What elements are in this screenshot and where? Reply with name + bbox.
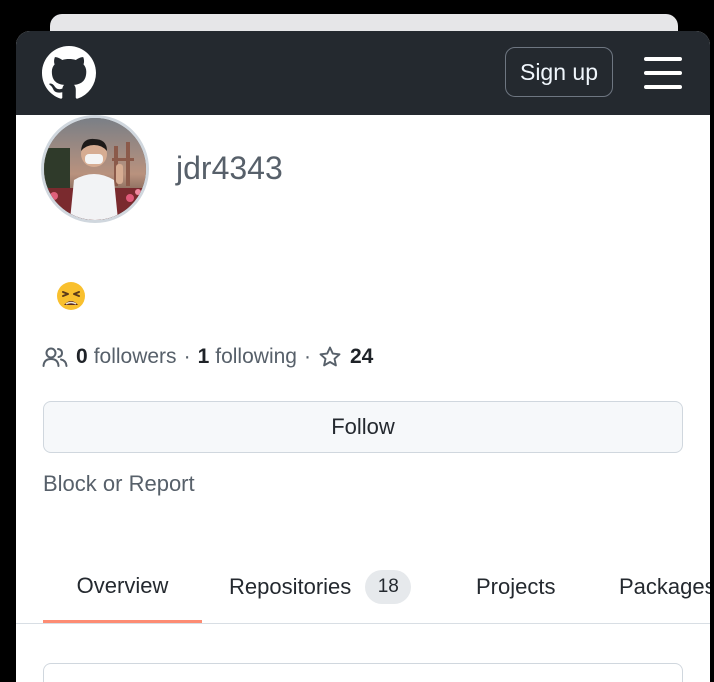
follow-button[interactable]: Follow: [43, 401, 683, 453]
profile-page: Sign up jdr4343 0 followers · 1 followin…: [16, 31, 710, 682]
avatar[interactable]: [41, 115, 149, 223]
hamburger-menu-icon[interactable]: [644, 57, 682, 89]
tab-overview[interactable]: Overview: [43, 551, 202, 623]
following-link[interactable]: following: [215, 345, 297, 369]
content-box: [43, 663, 683, 682]
tab-label: Repositories: [229, 574, 352, 599]
people-icon: [42, 347, 68, 367]
tab-label: Packages: [619, 574, 710, 599]
tab-packages[interactable]: Packages: [619, 551, 710, 623]
top-header: Sign up: [16, 31, 710, 115]
avatar-photo: [44, 118, 146, 220]
followers-count[interactable]: 0: [76, 345, 88, 369]
separator: ·: [303, 345, 311, 368]
repositories-count-badge: 18: [365, 570, 412, 604]
block-or-report-link[interactable]: Block or Report: [43, 471, 195, 497]
weary-face-emoji-icon: [57, 282, 85, 310]
stars-count[interactable]: 24: [350, 345, 373, 369]
follow-stats: 0 followers · 1 following · 24: [42, 342, 373, 372]
tab-label: Projects: [476, 574, 556, 599]
followers-link[interactable]: followers: [94, 345, 177, 369]
username: jdr4343: [176, 150, 283, 186]
github-logo-icon[interactable]: [42, 46, 96, 100]
profile-tabs: Overview Repositories 18 Projects Packag…: [16, 551, 710, 624]
tab-projects[interactable]: Projects: [476, 551, 555, 623]
following-count[interactable]: 1: [198, 345, 210, 369]
separator: ·: [183, 345, 191, 368]
tab-repositories[interactable]: Repositories 18: [229, 551, 412, 623]
sign-up-button[interactable]: Sign up: [505, 47, 613, 97]
star-icon: [319, 346, 341, 367]
tab-label: Overview: [76, 572, 169, 598]
